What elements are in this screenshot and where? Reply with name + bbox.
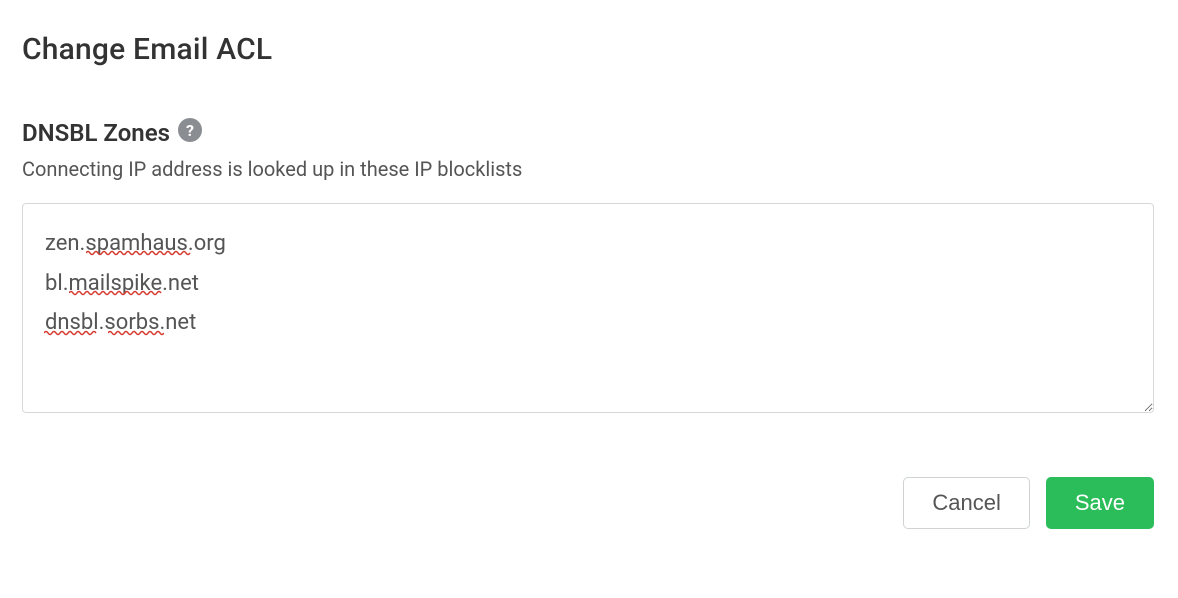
section-header: DNSBL Zones ? <box>22 119 1156 147</box>
cancel-button[interactable]: Cancel <box>903 477 1029 529</box>
dnsbl-zones-textarea[interactable] <box>22 203 1154 413</box>
dnsbl-zones-field-wrap <box>22 203 1154 417</box>
dnsbl-zones-description: Connecting IP address is looked up in th… <box>22 157 1156 181</box>
button-row: Cancel Save <box>22 477 1154 529</box>
help-icon[interactable]: ? <box>178 118 202 142</box>
dnsbl-zones-label: DNSBL Zones <box>22 119 170 147</box>
change-email-acl-panel: Change Email ACL DNSBL Zones ? Connectin… <box>0 0 1178 551</box>
save-button[interactable]: Save <box>1046 477 1154 529</box>
page-title: Change Email ACL <box>22 32 1156 67</box>
